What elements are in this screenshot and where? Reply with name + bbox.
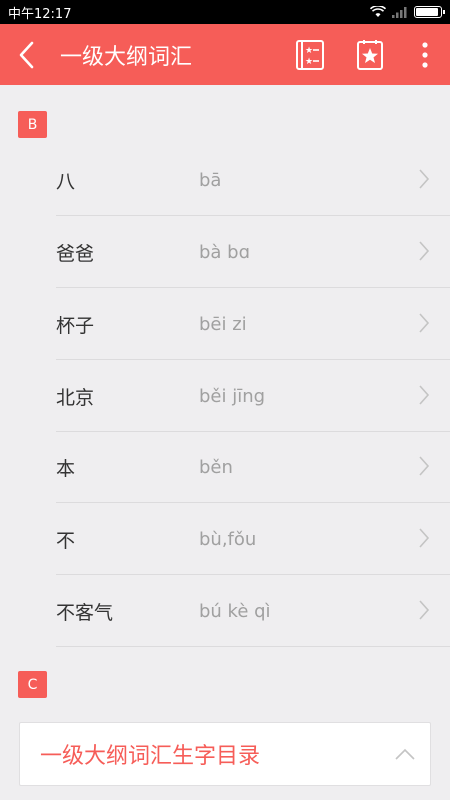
battery-icon (414, 6, 445, 18)
word-row-ben[interactable]: 本 běn (0, 431, 450, 503)
star-card-icon (357, 39, 383, 70)
more-vertical-icon (422, 41, 428, 68)
word-hanzi: 爸爸 (56, 242, 95, 265)
chevron-right-icon (419, 313, 430, 333)
chevron-right-icon (419, 600, 430, 620)
word-row-bu[interactable]: 不 bù,fǒu (0, 503, 450, 575)
svg-text:★: ★ (305, 57, 313, 67)
back-arrow-icon (19, 41, 34, 68)
back-button[interactable] (0, 24, 52, 85)
status-time: 中午12:17 (8, 6, 72, 22)
word-hanzi: 不 (56, 529, 76, 552)
word-row-beizi[interactable]: 杯子 bēi zi (0, 288, 450, 360)
catalog-dropdown[interactable]: 一级大纲词汇生字目录 (19, 722, 431, 786)
favorite-card-button[interactable] (340, 24, 400, 85)
word-hanzi: 八 (56, 170, 76, 193)
word-pinyin: bā (199, 169, 222, 191)
chevron-up-icon (395, 748, 415, 760)
word-hanzi: 北京 (56, 386, 95, 409)
page-title: 一级大纲词汇 (60, 44, 193, 70)
word-pinyin: bēi zi (199, 313, 247, 335)
signal-icon (392, 7, 407, 18)
favorites-list-button[interactable]: ★ ★ (280, 24, 340, 85)
chevron-right-icon (419, 456, 430, 476)
row-divider (56, 646, 450, 647)
word-row-ba[interactable]: 八 bā (0, 144, 450, 216)
word-pinyin: bà bɑ (199, 241, 251, 263)
catalog-dropdown-label: 一级大纲词汇生字目录 (40, 744, 261, 769)
word-hanzi: 不客气 (56, 601, 114, 624)
app-bar: 一级大纲词汇 ★ ★ (0, 24, 450, 85)
chevron-right-icon (419, 169, 430, 189)
word-pinyin: bù,fǒu (199, 528, 257, 550)
word-pinyin: běn (199, 456, 233, 478)
wifi-icon (370, 6, 386, 17)
word-row-beijing[interactable]: 北京 běi jīng (0, 360, 450, 432)
word-hanzi: 本 (56, 457, 76, 480)
word-hanzi: 杯子 (56, 314, 95, 337)
word-row-baba[interactable]: 爸爸 bà bɑ (0, 216, 450, 288)
chevron-right-icon (419, 385, 430, 405)
chevron-right-icon (419, 528, 430, 548)
status-bar: 中午12:17 (0, 0, 450, 24)
word-pinyin: bú kè qì (199, 600, 271, 622)
word-row-bukeqi[interactable]: 不客气 bú kè qì (0, 575, 450, 647)
section-badge-c: C (18, 671, 47, 698)
section-badge-b: B (18, 111, 47, 138)
svg-text:★: ★ (305, 46, 313, 56)
chevron-right-icon (419, 241, 430, 261)
star-list-icon: ★ ★ (296, 39, 324, 70)
status-icons (370, 6, 445, 18)
word-pinyin: běi jīng (199, 385, 266, 407)
more-button[interactable] (400, 24, 450, 85)
